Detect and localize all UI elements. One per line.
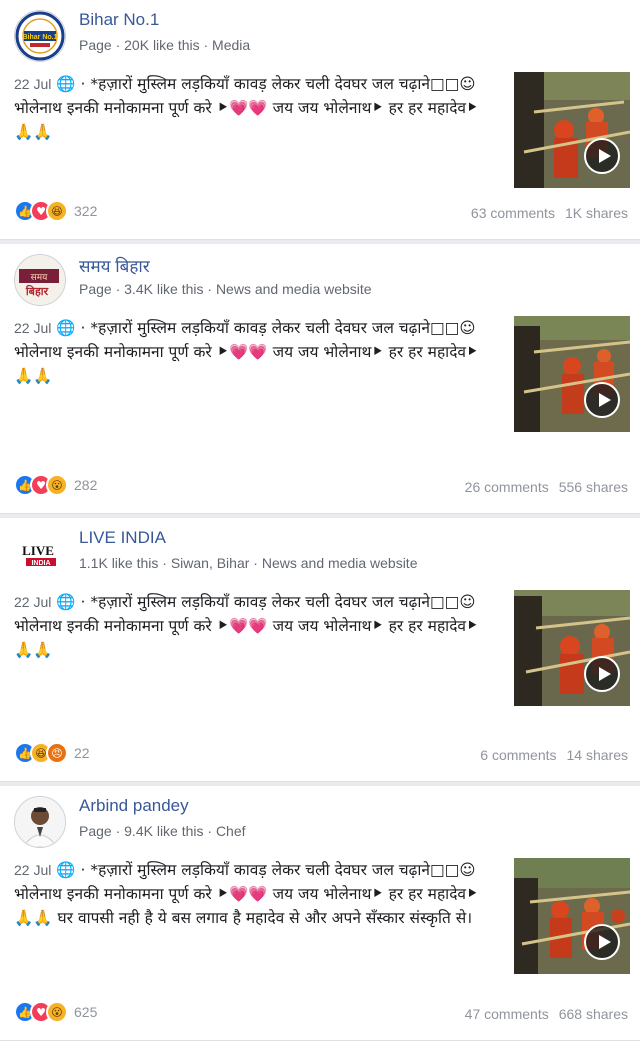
- globe-icon: 🌐: [56, 593, 76, 611]
- play-button-icon[interactable]: [584, 382, 620, 418]
- svg-text:LIVE: LIVE: [22, 543, 54, 558]
- post-text: 22 Jul 🌐 · *हज़ारों मुस्लिम लड़कियाँ काव…: [14, 72, 494, 144]
- page-meta: Page · 9.4K like this · Chef: [79, 823, 246, 839]
- samay-bihar-logo-icon: समय बिहार: [15, 255, 65, 305]
- post-card: Bihar No.1 Bihar No.1 Page · 20K like th…: [0, 0, 640, 240]
- page-name-link[interactable]: Bihar No.1: [79, 10, 159, 30]
- live-india-logo-icon: LIVE INDIA: [14, 528, 64, 578]
- page-name-link[interactable]: Arbind pandey: [79, 796, 189, 816]
- reactions-count: 625: [74, 1004, 98, 1020]
- post-text: 22 Jul 🌐 · *हज़ारों मुस्लिम लड़कियाँ काव…: [14, 590, 494, 662]
- video-frame-icon: [514, 858, 630, 974]
- angry-icon: 😠: [46, 742, 68, 764]
- post-stats: 26 comments 556 shares: [465, 479, 628, 495]
- play-button-icon[interactable]: [584, 924, 620, 960]
- post-body-text: · *हज़ारों मुस्लिम लड़कियाँ कावड़ लेकर च…: [14, 593, 479, 659]
- svg-text:Bihar No.1: Bihar No.1: [22, 34, 57, 41]
- page-name-link[interactable]: LIVE INDIA: [79, 528, 166, 548]
- wow-icon: 😮: [46, 474, 68, 496]
- reactions-count: 322: [74, 203, 98, 219]
- video-thumbnail[interactable]: [514, 590, 630, 706]
- globe-icon: 🌐: [56, 319, 76, 337]
- page-avatar-bihar-no1[interactable]: Bihar No.1: [14, 10, 66, 62]
- shares-link[interactable]: 1K shares: [565, 205, 628, 221]
- comments-link[interactable]: 47 comments: [465, 1006, 549, 1022]
- video-thumbnail[interactable]: [514, 858, 630, 974]
- post-stats: 6 comments 14 shares: [480, 747, 628, 763]
- svg-text:INDIA: INDIA: [31, 560, 50, 567]
- reaction-summary[interactable]: 👍 😆 😠 22: [14, 741, 90, 765]
- post-stats: 63 comments 1K shares: [471, 205, 628, 221]
- reaction-summary[interactable]: 👍 ♥ 😮 625: [14, 1000, 97, 1024]
- post-date-link[interactable]: 22 Jul: [14, 76, 51, 92]
- comments-link[interactable]: 26 comments: [465, 479, 549, 495]
- page-meta: Page · 3.4K like this · News and media w…: [79, 281, 372, 297]
- post-body-text: · *हज़ारों मुस्लिम लड़कियाँ कावड़ लेकर च…: [14, 861, 479, 927]
- video-frame-icon: [514, 72, 630, 188]
- page-meta: Page · 20K like this · Media: [79, 37, 251, 53]
- page-avatar-live-india[interactable]: LIVE INDIA: [14, 528, 66, 580]
- post-date-link[interactable]: 22 Jul: [14, 320, 51, 336]
- shares-link[interactable]: 668 shares: [559, 1006, 628, 1022]
- comments-link[interactable]: 6 comments: [480, 747, 556, 763]
- post-date-link[interactable]: 22 Jul: [14, 862, 51, 878]
- news-feed: Bihar No.1 Bihar No.1 Page · 20K like th…: [0, 0, 640, 1041]
- page-avatar-arbind-pandey[interactable]: [14, 796, 66, 848]
- post-body-text: · *हज़ारों मुस्लिम लड़कियाँ कावड़ लेकर च…: [14, 75, 479, 141]
- play-button-icon[interactable]: [584, 138, 620, 174]
- comments-link[interactable]: 63 comments: [471, 205, 555, 221]
- video-thumbnail[interactable]: [514, 72, 630, 188]
- post-text: 22 Jul 🌐 · *हज़ारों मुस्लिम लड़कियाँ काव…: [14, 858, 494, 930]
- reaction-summary[interactable]: 👍 ♥ 😆 322: [14, 199, 97, 223]
- video-frame-icon: [514, 590, 630, 706]
- post-text: 22 Jul 🌐 · *हज़ारों मुस्लिम लड़कियाँ काव…: [14, 316, 494, 388]
- shares-link[interactable]: 14 shares: [567, 747, 628, 763]
- post-card: LIVE INDIA LIVE INDIA 1.1K like this · S…: [0, 518, 640, 782]
- post-body-text: · *हज़ारों मुस्लिम लड़कियाँ कावड़ लेकर च…: [14, 319, 479, 385]
- reactions-count: 282: [74, 477, 98, 493]
- play-button-icon[interactable]: [584, 656, 620, 692]
- person-avatar-icon: [15, 797, 65, 847]
- globe-icon: 🌐: [56, 75, 76, 93]
- svg-text:बिहार: बिहार: [25, 284, 49, 298]
- post-card: समय बिहार समय बिहार Page · 3.4K like thi…: [0, 244, 640, 514]
- page-name-link[interactable]: समय बिहार: [79, 254, 150, 277]
- video-frame-icon: [514, 316, 630, 432]
- page-meta: 1.1K like this · Siwan, Bihar · News and…: [79, 555, 418, 571]
- post-date-link[interactable]: 22 Jul: [14, 594, 51, 610]
- haha-icon: 😆: [46, 200, 68, 222]
- shares-link[interactable]: 556 shares: [559, 479, 628, 495]
- reaction-summary[interactable]: 👍 ♥ 😮 282: [14, 473, 97, 497]
- post-stats: 47 comments 668 shares: [465, 1006, 628, 1022]
- reactions-count: 22: [74, 745, 90, 761]
- wow-icon: 😮: [46, 1001, 68, 1023]
- globe-icon: 🌐: [56, 861, 76, 879]
- bihar-no1-logo-icon: Bihar No.1: [15, 11, 65, 61]
- svg-text:समय: समय: [31, 273, 48, 283]
- video-thumbnail[interactable]: [514, 316, 630, 432]
- page-avatar-samay-bihar[interactable]: समय बिहार: [14, 254, 66, 306]
- post-card: Arbind pandey Page · 9.4K like this · Ch…: [0, 786, 640, 1041]
